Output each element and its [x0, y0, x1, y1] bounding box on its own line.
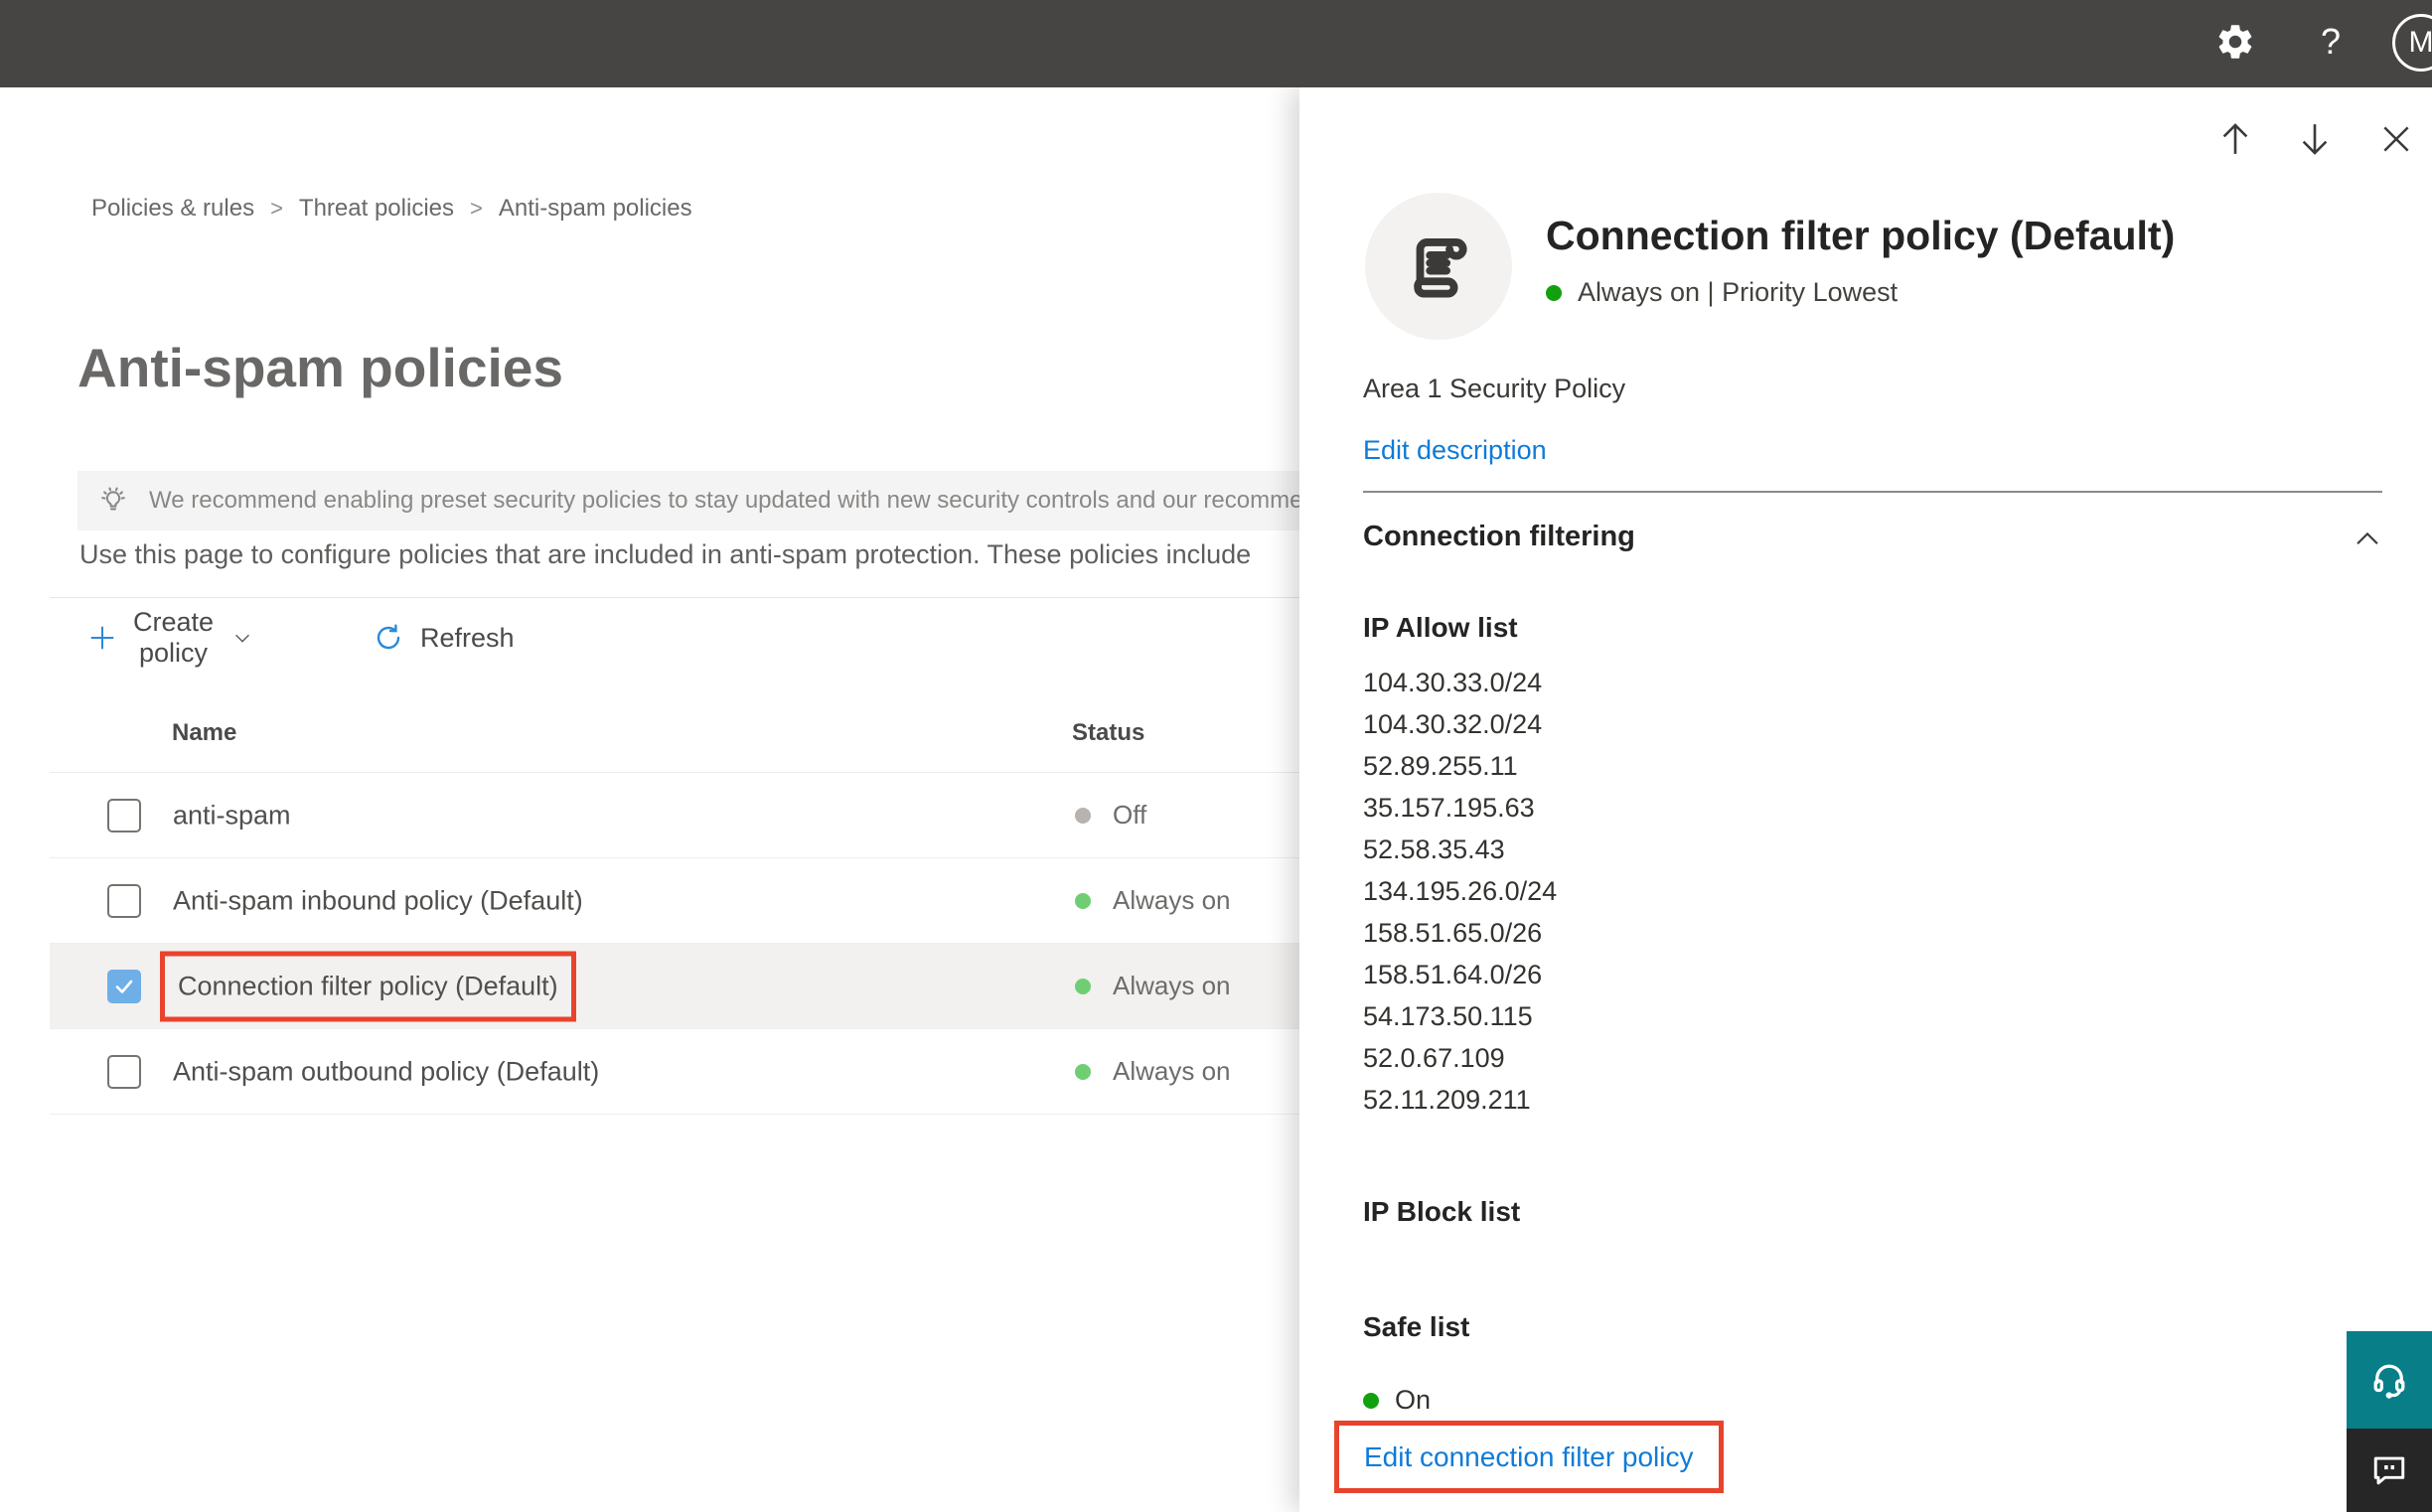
topbar: ? M	[0, 0, 2432, 87]
status-dot	[1546, 284, 1562, 301]
row-checkbox[interactable]	[107, 799, 141, 832]
ip-allow-list-label: IP Allow list	[1363, 612, 1518, 643]
gear-icon	[2214, 21, 2256, 63]
row-checkbox[interactable]	[107, 970, 141, 1003]
breadcrumb-anti-spam-policies[interactable]: Anti-spam policies	[499, 195, 692, 223]
support-button[interactable]	[2347, 1331, 2432, 1429]
help-icon: ?	[2320, 21, 2342, 62]
refresh-button[interactable]: Refresh	[373, 614, 515, 662]
ip-allow-entry: 134.195.26.0/24	[1363, 876, 1558, 906]
flyout-status-text: Always on | Priority Lowest	[1578, 277, 1899, 307]
status-text: Always on	[1113, 1056, 1231, 1086]
ip-allow-entry: 35.157.195.63	[1363, 793, 1535, 823]
row-checkbox[interactable]	[107, 1055, 141, 1089]
status-dot	[1075, 1063, 1091, 1080]
edit-policy-highlight: Edit connection filter policy	[1334, 1421, 1724, 1493]
chevron-up-icon	[2351, 523, 2384, 556]
flyout-title: Connection filter policy (Default)	[1546, 213, 2176, 258]
previous-item-button[interactable]	[2211, 115, 2259, 163]
policy-description: Area 1 Security Policy	[1363, 374, 1626, 403]
recommendation-banner: We recommend enabling preset security po…	[77, 471, 1299, 530]
ip-block-list-label: IP Block list	[1363, 1196, 1521, 1227]
policy-name[interactable]: Anti-spam inbound policy (Default)	[173, 885, 583, 916]
policy-name[interactable]: Anti-spam outbound policy (Default)	[173, 1056, 599, 1087]
flyout-status: Always on | Priority Lowest	[1546, 277, 2175, 308]
lightbulb-icon	[95, 483, 131, 519]
safe-list-status-text: On	[1395, 1385, 1432, 1415]
status-text: Off	[1113, 800, 1147, 830]
refresh-label: Refresh	[420, 622, 515, 653]
policy-name[interactable]: Connection filter policy (Default)	[160, 951, 576, 1021]
ip-allow-entry: 52.0.67.109	[1363, 1043, 1505, 1073]
ip-allow-entry: 158.51.65.0/26	[1363, 918, 1543, 948]
ip-allow-list: 104.30.33.0/24 104.30.32.0/24 52.89.255.11…	[1363, 662, 1557, 1121]
breadcrumb-separator: >	[470, 196, 483, 221]
page-title: Anti-spam policies	[77, 337, 563, 398]
ip-allow-entry: 54.173.50.115	[1363, 1001, 1533, 1031]
avatar-initial: M	[2408, 26, 2432, 59]
arrow-up-icon	[2214, 118, 2256, 160]
row-checkbox[interactable]	[107, 884, 141, 918]
status-dot	[1075, 807, 1091, 824]
collapse-section-button[interactable]	[2343, 515, 2392, 564]
ip-allow-entry: 104.30.32.0/24	[1363, 709, 1543, 739]
feedback-button[interactable]	[2347, 1429, 2432, 1512]
arrow-down-icon	[2294, 118, 2336, 160]
headset-icon	[2366, 1357, 2412, 1403]
create-policy-button[interactable]: Create policy	[87, 607, 253, 668]
edit-connection-filter-policy-link[interactable]: Edit connection filter policy	[1364, 1441, 1694, 1473]
close-icon	[2376, 119, 2416, 159]
scroll-icon	[1400, 227, 1477, 305]
ip-allow-entry: 158.51.64.0/26	[1363, 960, 1543, 989]
breadcrumb: Policies & rules > Threat policies > Ant…	[91, 195, 692, 223]
account-avatar[interactable]: M	[2392, 14, 2432, 72]
policy-name[interactable]: anti-spam	[173, 800, 291, 831]
chevron-down-icon	[231, 627, 253, 649]
plus-icon	[87, 623, 117, 653]
policy-status: Always on	[1075, 944, 1231, 1028]
policy-status: Off	[1075, 773, 1146, 857]
page-description: Use this page to configure policies that…	[79, 539, 1252, 569]
safe-list-status: On	[1363, 1385, 1431, 1416]
policy-icon-badge	[1365, 193, 1512, 340]
ip-allow-entry: 104.30.33.0/24	[1363, 668, 1543, 697]
status-dot	[1075, 978, 1091, 994]
status-text: Always on	[1113, 971, 1231, 1000]
chat-icon	[2367, 1448, 2411, 1492]
policy-status: Always on	[1075, 1029, 1231, 1114]
status-dot	[1363, 1392, 1379, 1409]
ip-allow-entry: 52.11.209.211	[1363, 1085, 1531, 1115]
close-flyout-button[interactable]	[2372, 115, 2420, 163]
breadcrumb-separator: >	[270, 196, 283, 221]
settings-button[interactable]	[2207, 14, 2263, 70]
column-header-name[interactable]: Name	[172, 719, 236, 747]
safe-list-label: Safe list	[1363, 1311, 1470, 1342]
edit-description-link[interactable]: Edit description	[1363, 435, 1547, 466]
create-policy-label: Create policy	[133, 607, 215, 668]
breadcrumb-policies-rules[interactable]: Policies & rules	[91, 195, 254, 223]
ip-allow-entry: 52.58.35.43	[1363, 834, 1505, 864]
status-dot	[1075, 892, 1091, 909]
section-title-connection-filtering: Connection filtering	[1363, 521, 1635, 552]
screen: ? M Policies & rules > Threat policies >…	[0, 0, 2432, 1512]
banner-text: We recommend enabling preset security po…	[149, 487, 1299, 514]
flyout-header: Connection filter policy (Default) Alway…	[1546, 213, 2175, 308]
details-flyout: Connection filter policy (Default) Alway…	[1299, 87, 2432, 1512]
column-header-status[interactable]: Status	[1072, 719, 1144, 747]
status-text: Always on	[1113, 885, 1231, 915]
help-button[interactable]: ?	[2303, 14, 2358, 70]
flyout-divider	[1363, 491, 2382, 493]
next-item-button[interactable]	[2291, 115, 2339, 163]
policy-status: Always on	[1075, 858, 1231, 943]
refresh-icon	[373, 622, 404, 654]
ip-allow-entry: 52.89.255.11	[1363, 751, 1518, 781]
breadcrumb-threat-policies[interactable]: Threat policies	[299, 195, 454, 223]
